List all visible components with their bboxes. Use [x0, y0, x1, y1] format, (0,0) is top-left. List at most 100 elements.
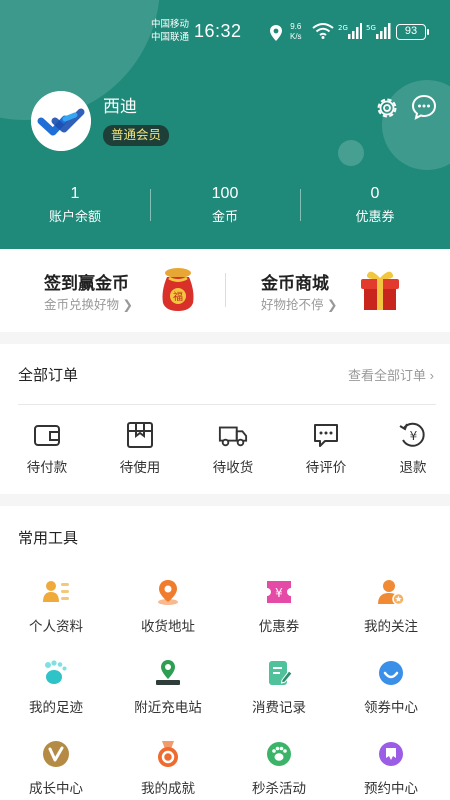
tool-label: 秒杀活动 [252, 781, 306, 796]
stat-balance[interactable]: 1 账户余额 [0, 183, 150, 233]
paw-icon [267, 742, 291, 766]
promo-subtitle-text: 金币兑换好物 [44, 298, 120, 312]
tool-label: 我的成就 [141, 781, 195, 796]
message-bubble-icon[interactable] [411, 94, 437, 120]
package-icon [127, 422, 153, 448]
orders-title: 全部订单 [18, 367, 79, 384]
truck-icon [218, 426, 248, 447]
order-item-pending-payment[interactable]: 待付款 [12, 420, 82, 476]
svg-text:5G: 5G [366, 24, 376, 32]
tool-shipping-address[interactable]: 收货地址 [118, 578, 218, 635]
svg-text:¥: ¥ [275, 586, 283, 600]
footprint-icon [45, 660, 67, 684]
network-speed: 9.6 K/s [290, 22, 302, 42]
carrier-names: 中国移动 中国联通 [151, 18, 189, 44]
tool-label: 个人资料 [29, 619, 83, 634]
location-pin-icon [158, 580, 178, 605]
settings-gear-icon[interactable] [374, 95, 400, 121]
tool-footprints[interactable]: 我的足迹 [6, 659, 106, 716]
promo-title: 金币商城 [261, 274, 329, 293]
order-label: 待使用 [119, 460, 161, 475]
money-bag-icon: 福 [162, 268, 194, 311]
stat-divider [300, 189, 301, 221]
order-item-to-review[interactable]: 待评价 [291, 420, 361, 476]
tool-spending-records[interactable]: 消费记录 [229, 659, 329, 716]
order-label: 待评价 [305, 460, 347, 475]
signal-icon: 5G [366, 23, 391, 39]
order-status-row: 待付款 待使用 待收货 待评价 ¥ 退款 [0, 420, 450, 480]
divider [18, 404, 436, 405]
svg-text:福: 福 [173, 290, 183, 303]
stat-value: 1 [70, 185, 80, 202]
view-all-orders-link[interactable]: 查看全部订单 › [348, 365, 434, 384]
speed-value: 9.6 [290, 22, 302, 31]
tools-section: 常用工具 个人资料 收货地址 ¥ 优惠券 我的关注 我的足迹 附近充电站 消费记… [0, 506, 450, 800]
medal-icon [158, 741, 178, 767]
tool-label: 预约中心 [364, 781, 418, 796]
speed-unit: K/s [290, 32, 302, 41]
smile-icon [379, 661, 403, 685]
record-edit-icon [269, 661, 293, 685]
battery-indicator: 93 [396, 24, 429, 40]
tool-label: 消费记录 [252, 700, 306, 715]
stat-value: 100 [211, 185, 239, 202]
stat-value: 0 [370, 185, 380, 202]
username: 西迪 [103, 97, 137, 116]
tool-growth-center[interactable]: 成长中心 [6, 740, 106, 797]
order-label: 退款 [399, 460, 427, 475]
appointment-icon [379, 742, 403, 766]
order-item-to-use[interactable]: 待使用 [105, 420, 175, 476]
refund-icon: ¥ [399, 422, 425, 447]
stat-label: 优惠券 [355, 209, 395, 224]
tool-label: 收货地址 [141, 619, 195, 634]
stat-coupons[interactable]: 0 优惠券 [300, 183, 450, 233]
coupon-icon: ¥ [267, 581, 291, 603]
tool-label: 我的足迹 [29, 700, 83, 715]
orders-section: 全部订单 查看全部订单 › 待付款 待使用 待收货 待评价 ¥ 退款 [0, 344, 450, 494]
status-time: 16:32 [194, 21, 242, 41]
order-label: 待付款 [26, 460, 68, 475]
avatar[interactable] [31, 91, 91, 151]
tool-label: 我的关注 [364, 619, 418, 634]
promo-subtitle: 好物抢不停 ❯ [261, 298, 338, 312]
svg-text:¥: ¥ [410, 429, 418, 443]
tool-flash-sale[interactable]: 秒杀活动 [229, 740, 329, 797]
tool-achievements[interactable]: 我的成就 [118, 740, 218, 797]
tool-nearby-charging[interactable]: 附近充电站 [118, 659, 218, 716]
svg-text:2G: 2G [338, 24, 348, 32]
stat-label: 账户余额 [48, 209, 101, 224]
follow-user-icon [378, 580, 405, 606]
charging-station-icon [156, 660, 180, 685]
promo-title: 签到赢金币 [44, 274, 129, 293]
order-item-refund[interactable]: ¥ 退款 [378, 420, 448, 476]
gift-box-icon [361, 271, 399, 310]
tools-title: 常用工具 [18, 530, 79, 547]
tool-appointments[interactable]: 预约中心 [341, 740, 441, 797]
order-item-to-receive[interactable]: 待收货 [198, 420, 268, 476]
tool-label: 领券中心 [364, 700, 418, 715]
profile-card-icon [43, 581, 69, 602]
account-stats: 1 账户余额 100 金币 0 优惠券 [0, 183, 450, 233]
carrier-1: 中国移动 [151, 19, 190, 30]
stat-gold-coins[interactable]: 100 金币 [150, 183, 300, 233]
decor-circle [338, 140, 364, 166]
tool-label: 优惠券 [258, 619, 300, 634]
promo-subtitle-text: 好物抢不停 [261, 298, 324, 312]
chevron-right-icon: › [429, 368, 434, 383]
coin-mall-promo[interactable]: 金币商城 好物抢不停 ❯ [225, 249, 450, 332]
comment-icon [314, 424, 338, 447]
promo-subtitle: 金币兑换好物 ❯ [44, 298, 133, 312]
stat-divider [150, 189, 151, 221]
tool-coupons[interactable]: ¥ 优惠券 [229, 578, 329, 635]
tool-my-follows[interactable]: 我的关注 [341, 578, 441, 635]
promo-bar: 签到赢金币 金币兑换好物 ❯ 福 金币商城 好物抢不停 ❯ [0, 249, 450, 332]
view-all-orders-text: 查看全部订单 [348, 368, 427, 383]
status-bar: 中国移动 中国联通 16:32 9.6 K/s 2G 5G 93 [0, 18, 450, 50]
signal-icon: 2G [338, 23, 362, 39]
checkin-promo[interactable]: 签到赢金币 金币兑换好物 ❯ 福 [0, 249, 225, 332]
carrier-2: 中国联通 [151, 32, 190, 43]
tool-profile[interactable]: 个人资料 [6, 578, 106, 635]
stat-label: 金币 [211, 209, 238, 224]
tool-coupon-center[interactable]: 领券中心 [341, 659, 441, 716]
tool-label: 成长中心 [29, 781, 83, 796]
